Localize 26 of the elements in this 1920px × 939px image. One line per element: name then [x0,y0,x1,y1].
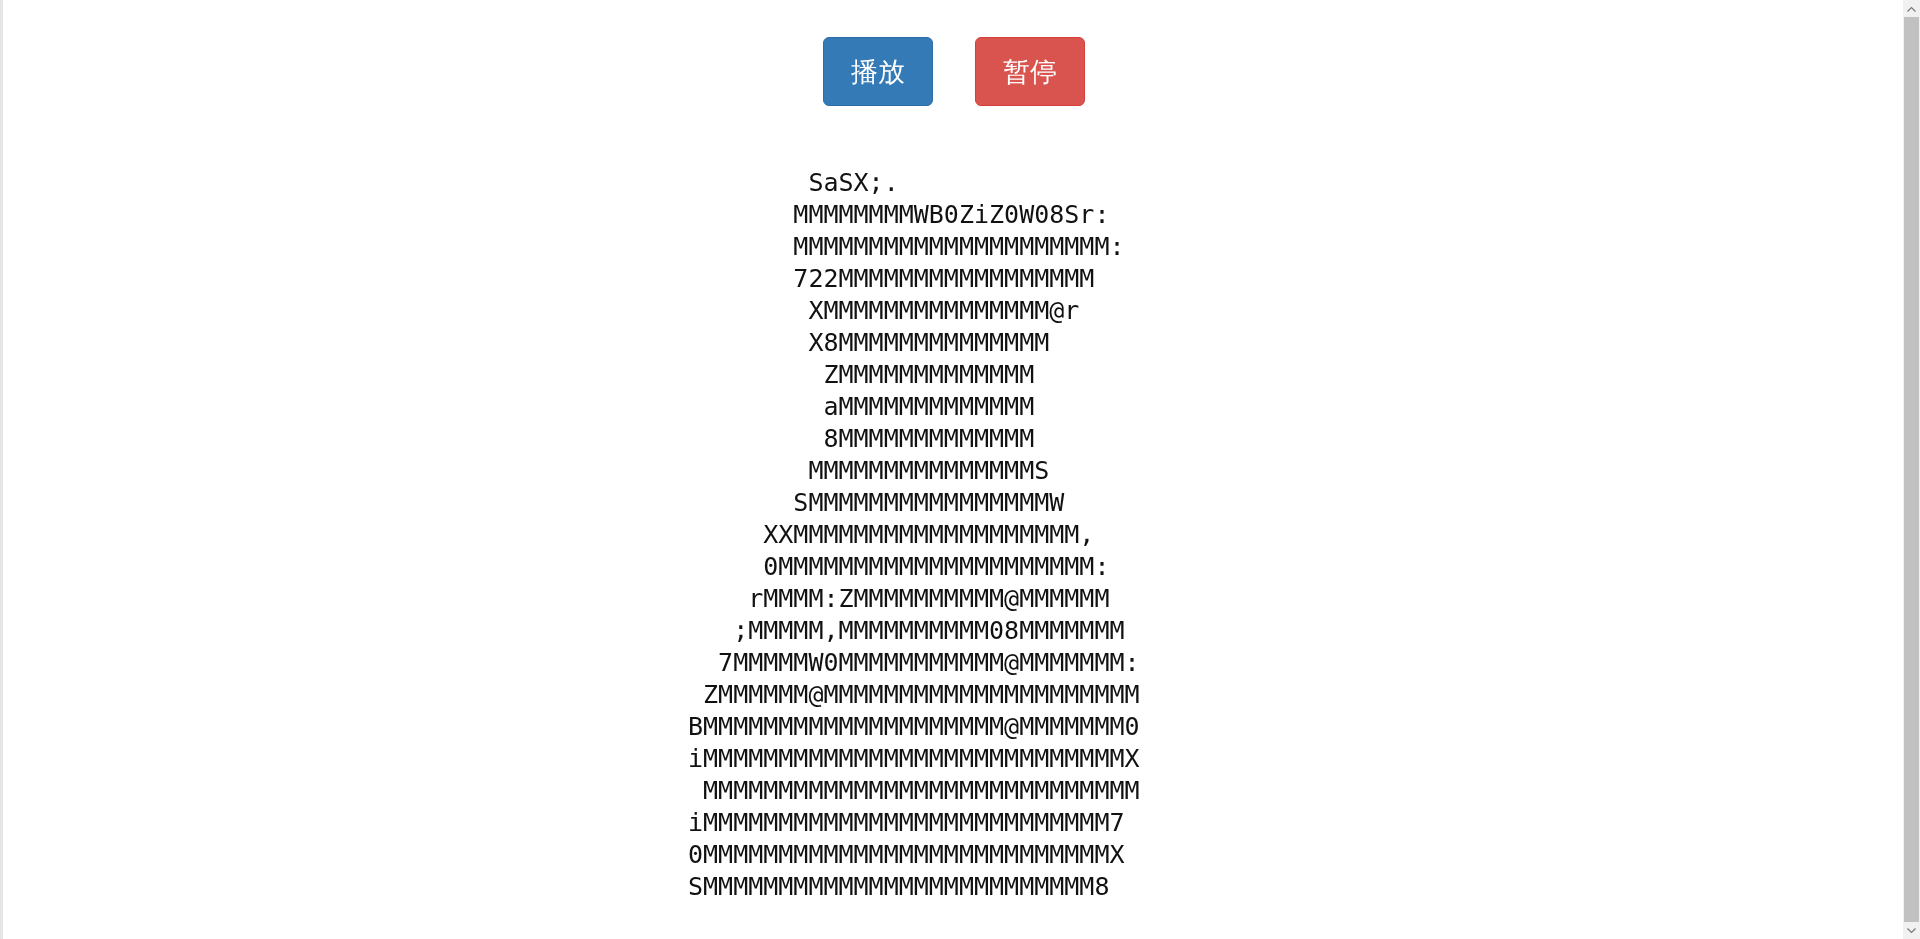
ascii-art-line: SMMMMMMMMMMMMMMMMW [792,488,1065,517]
ascii-art-line: XXMMMMMMMMMMMMMMMMMMM, [762,520,1095,549]
ascii-art-line: MMMMMMMMMMMMMMMS [807,456,1050,485]
ascii-art-line: X8MMMMMMMMMMMMMM [807,328,1050,357]
ascii-art-line: ZMMMMMM@MMMMMMMMMMMMMMMMMMMMM [702,680,1140,709]
ascii-art-line: rMMMM:ZMMMMMMMMMM@MMMMMM [747,584,1110,613]
ascii-art-line: 0MMMMMMMMMMMMMMMMMMMMMMMMMMMX [688,840,1125,869]
ascii-art-line: XMMMMMMMMMMMMMMM@r [807,296,1080,325]
ascii-art-line: SMMMMMMMMMMMMMMMMMMMMMMMMMM8 [688,872,1110,901]
ascii-art-line: 722MMMMMMMMMMMMMMMMM [792,264,1095,293]
ascii-art-line: BMMMMMMMMMMMMMMMMMMMM@MMMMMMM0 [688,712,1140,741]
ascii-art-line: 8MMMMMMMMMMMMM [822,424,1035,453]
ascii-art-line: ZMMMMMMMMMMMMM [822,360,1035,389]
ascii-art-line: ;MMMMM,MMMMMMMMMM08MMMMMMM [732,616,1125,645]
ascii-art-line: aMMMMMMMMMMMMM [822,392,1035,421]
ascii-art-line: SaSX;. [807,168,899,197]
pause-button[interactable]: 暂停 [975,37,1085,106]
ascii-art-line: iMMMMMMMMMMMMMMMMMMMMMMMMMMM7 [688,808,1125,837]
ascii-art-line: 7MMMMMW0MMMMMMMMMMM@MMMMMMM: [717,648,1140,677]
ascii-art-line: MMMMMMMMMMMMMMMMMMMMMMMMMMMMM [702,776,1140,805]
scrollbar[interactable] [1903,0,1920,939]
ascii-art-line: 0MMMMMMMMMMMMMMMMMMMMM: [762,552,1110,581]
ascii-art-line: MMMMMMMMWB0ZiZ0W08Sr: [792,200,1110,229]
ascii-art-line: MMMMMMMMMMMMMMMMMMMMM: [792,232,1125,261]
ascii-art-line: iMMMMMMMMMMMMMMMMMMMMMMMMMMMMX [688,744,1140,773]
play-button[interactable]: 播放 [823,37,933,106]
